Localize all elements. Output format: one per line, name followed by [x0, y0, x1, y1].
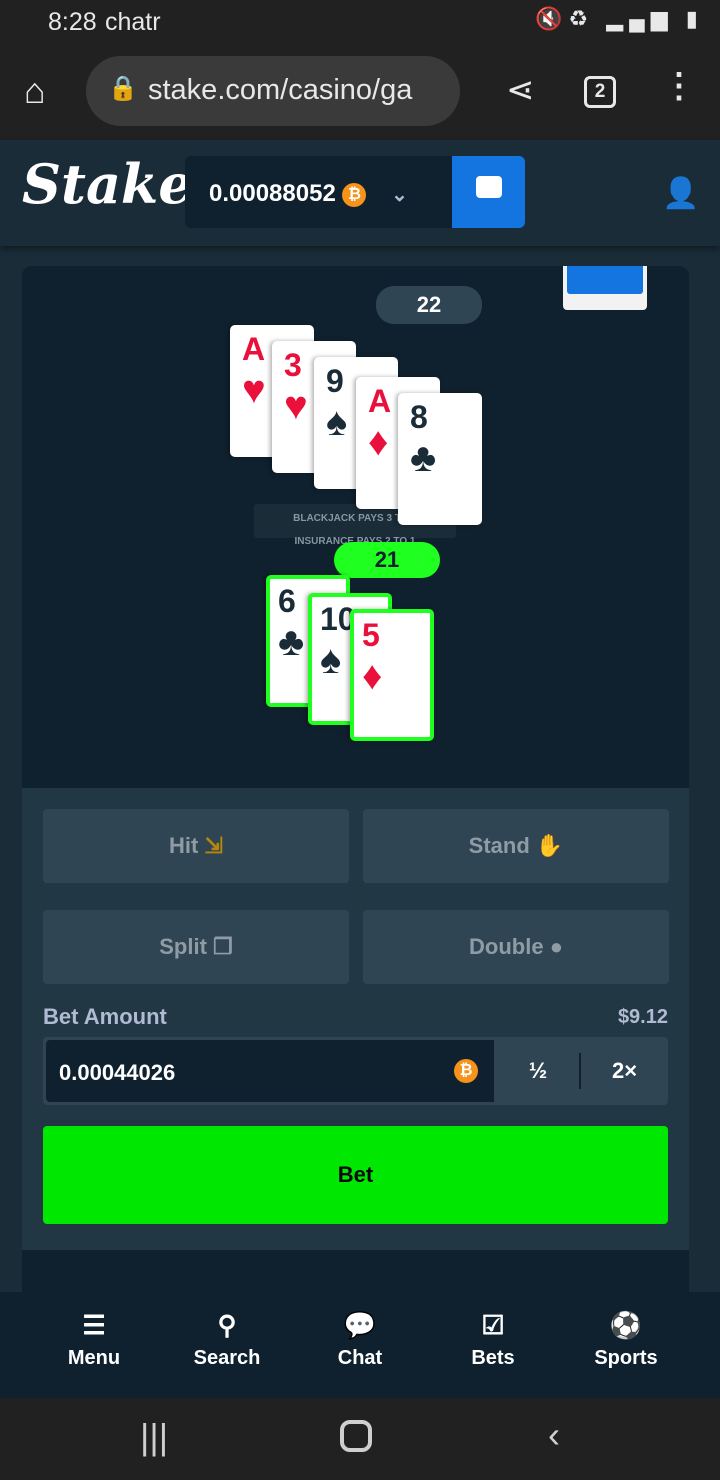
- dealer-total: 22: [376, 286, 482, 324]
- hit-label: Hit: [169, 833, 199, 858]
- url-text: stake.com/casino/ga: [148, 74, 413, 106]
- nav-label: Chat: [337, 1347, 383, 1369]
- balance-value: 0.00088052: [209, 180, 336, 207]
- tabs-button[interactable]: 2: [584, 76, 616, 108]
- sports-icon: ⚽: [609, 1310, 643, 1340]
- bet-controls: Hit ⇲ Stand ✋ Split ❐ Double ● Bet Amoun…: [22, 788, 689, 1250]
- split-button[interactable]: Split ❐: [43, 910, 349, 984]
- nav-menu[interactable]: ☰ Menu: [34, 1292, 154, 1370]
- site-header: Stake 0.00088052 ₿ ⌄ 👤: [0, 140, 720, 246]
- bet-usd-value: $9.12: [617, 1006, 668, 1028]
- playing-card: 5 ♦: [350, 609, 434, 741]
- bet-button[interactable]: Bet: [43, 1126, 668, 1224]
- browser-toolbar: ⌂ 🔒 stake.com/casino/ga ⋖ 2 ⋮: [0, 44, 720, 140]
- more-icon[interactable]: ⋮: [662, 66, 696, 106]
- home-button[interactable]: [340, 1420, 372, 1452]
- wallet-icon: [476, 176, 502, 198]
- split-label: Split: [159, 934, 207, 959]
- card-rank: 6: [278, 583, 296, 619]
- status-bar: 8:28 chatr 🔇♻ ▂▄▆ ▮: [0, 0, 720, 44]
- card-rank: A: [368, 383, 392, 419]
- bet-amount-value: 0.00044026: [59, 1060, 176, 1085]
- search-icon: ⚲: [217, 1310, 237, 1340]
- double-label: Double: [469, 934, 544, 959]
- bet-amount-input[interactable]: 0.00044026 ₿: [46, 1040, 494, 1102]
- wallet-button[interactable]: [452, 156, 525, 228]
- blackjack-table: 22 BLACKJACK PAYS 3 TO 2 INSURANCE PAYS …: [22, 266, 689, 788]
- card-suit-icon: ♦: [362, 654, 383, 698]
- split-icon: ❐: [213, 934, 233, 959]
- bets-icon: ☑: [481, 1310, 505, 1340]
- double-button[interactable]: Double ●: [363, 910, 669, 984]
- nav-label: Sports: [594, 1347, 658, 1369]
- home-icon[interactable]: ⌂: [24, 70, 46, 112]
- card-rank: A: [242, 331, 266, 367]
- card-suit-icon: ♣: [410, 436, 437, 480]
- card-rank: 9: [326, 363, 344, 399]
- status-time: 8:28: [48, 8, 97, 36]
- player-total: 21: [334, 542, 440, 578]
- hit-icon: ⇲: [204, 833, 223, 858]
- back-icon[interactable]: ‹: [548, 1414, 560, 1456]
- double-bet-button[interactable]: 2×: [581, 1037, 668, 1105]
- bet-amount-group: 0.00044026 ₿ ½ 2×: [43, 1037, 668, 1105]
- nav-label: Search: [193, 1347, 261, 1369]
- card-rank: 5: [362, 617, 380, 653]
- stake-logo[interactable]: Stake: [22, 152, 193, 216]
- menu-icon: ☰: [82, 1310, 106, 1340]
- stand-button[interactable]: Stand ✋: [363, 809, 669, 883]
- address-bar[interactable]: 🔒 stake.com/casino/ga: [86, 56, 460, 126]
- nav-sports[interactable]: ⚽ Sports: [566, 1292, 686, 1370]
- nav-chat[interactable]: 💬 Chat: [300, 1292, 420, 1370]
- lower-panel: [22, 1250, 689, 1292]
- nav-label: Menu: [67, 1347, 121, 1369]
- nav-label: Bets: [471, 1347, 515, 1369]
- nav-bets[interactable]: ☑ Bets: [433, 1292, 553, 1370]
- bitcoin-icon: ₿: [454, 1059, 478, 1083]
- card-rank: 8: [410, 399, 428, 435]
- card-deck: [563, 266, 647, 310]
- bitcoin-icon: ₿: [342, 182, 367, 207]
- half-bet-button[interactable]: ½: [497, 1037, 579, 1105]
- hand-icon: ✋: [535, 833, 564, 858]
- balance-selector[interactable]: 0.00088052 ₿ ⌄: [185, 156, 453, 228]
- playing-card: 8 ♣: [398, 393, 482, 525]
- chevron-down-icon: ⌄: [391, 184, 408, 206]
- share-icon[interactable]: ⋖: [506, 70, 535, 110]
- lock-icon: 🔒: [108, 75, 138, 102]
- user-icon[interactable]: 👤: [662, 176, 699, 211]
- recent-apps-icon[interactable]: |||: [140, 1416, 168, 1458]
- nav-search[interactable]: ⚲ Search: [167, 1292, 287, 1370]
- stand-label: Stand: [468, 833, 530, 858]
- status-carrier: chatr: [105, 8, 161, 36]
- hit-button[interactable]: Hit ⇲: [43, 809, 349, 883]
- bottom-nav: ☰ Menu ⚲ Search 💬 Chat ☑ Bets ⚽ Sports: [0, 1292, 720, 1398]
- system-nav-bar: ||| ‹: [0, 1398, 720, 1480]
- chat-icon: 💬: [343, 1310, 377, 1340]
- double-icon: ●: [549, 934, 563, 959]
- status-icons: 🔇♻ ▂▄▆ ▮: [535, 6, 704, 31]
- card-rank: 3: [284, 347, 302, 383]
- bet-amount-label: Bet Amount: [43, 1004, 167, 1029]
